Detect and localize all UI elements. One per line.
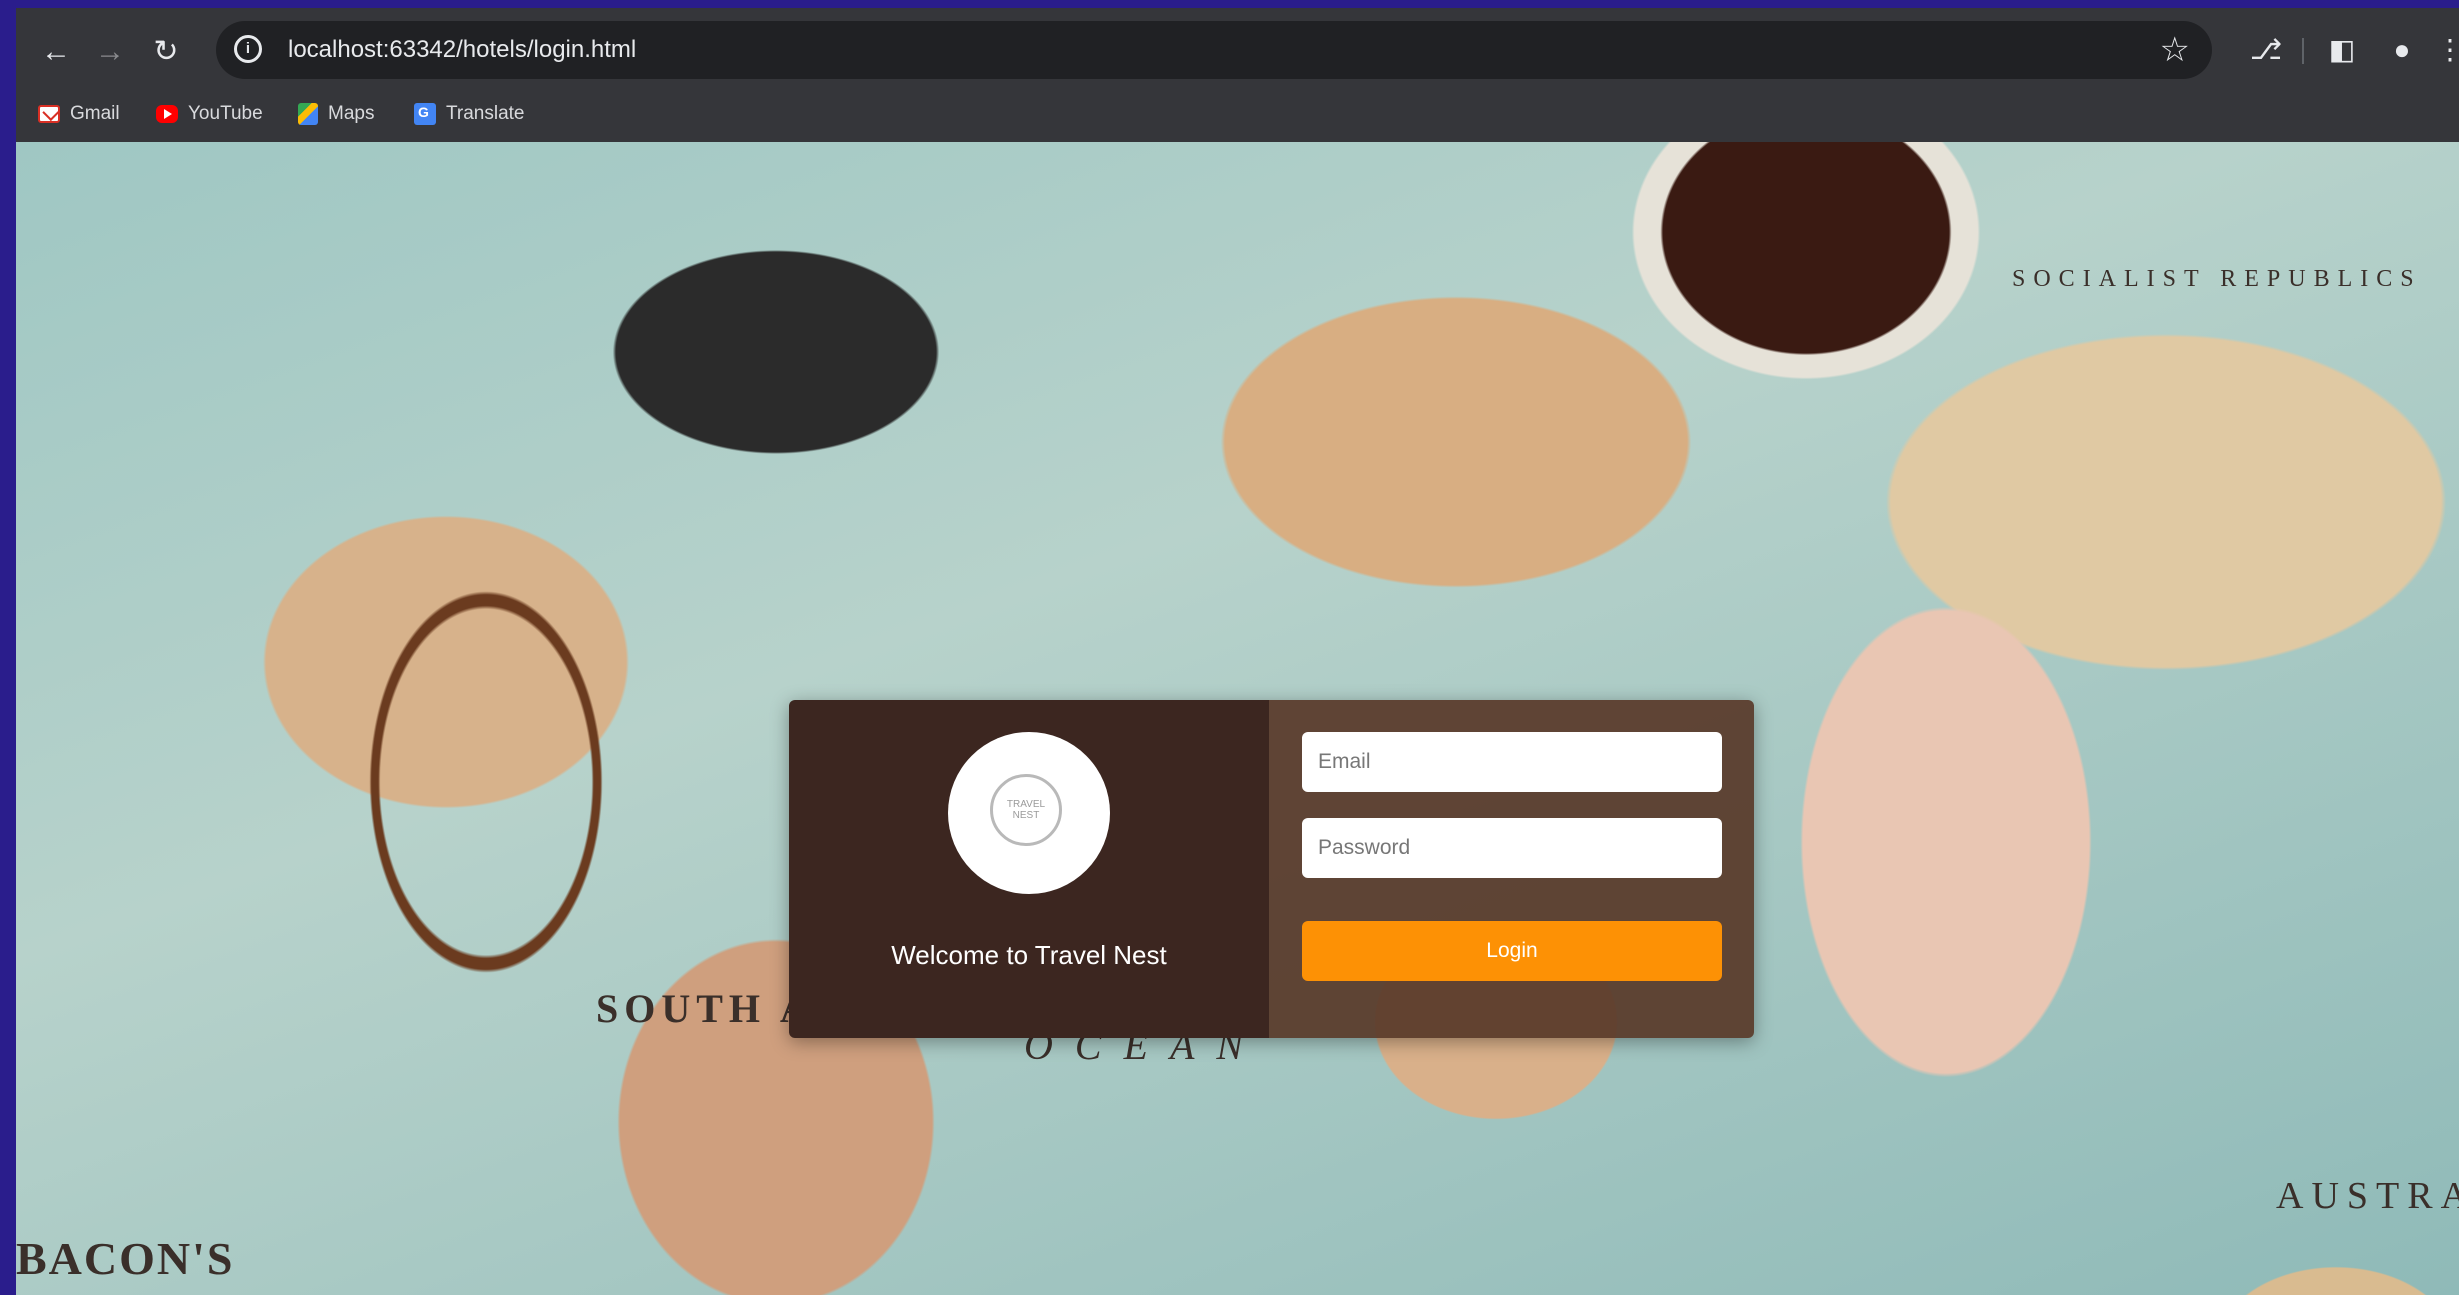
welcome-heading: Welcome to Travel Nest (891, 940, 1167, 970)
bookmark-label: Translate (446, 103, 525, 124)
youtube-icon (156, 105, 178, 123)
map-label: AUSTRA (2276, 1175, 2459, 1217)
bookmarks-bar: Gmail YouTube Maps Translate (16, 92, 2459, 138)
bookmark-label: Gmail (70, 103, 120, 124)
gmail-icon (38, 105, 60, 123)
login-button[interactable]: Login (1302, 921, 1722, 981)
logo-emblem: TRAVEL NEST (990, 774, 1062, 846)
bookmark-label: Maps (328, 103, 375, 124)
browser-toolbar: ← → ↻ i localhost:63342/hotels/login.htm… (16, 8, 2459, 88)
browser-chrome: ← → ↻ i localhost:63342/hotels/login.htm… (16, 8, 2459, 142)
maps-icon (298, 103, 318, 125)
bookmark-maps[interactable]: Maps (298, 98, 374, 130)
toolbar-divider (2302, 38, 2304, 64)
bookmark-translate[interactable]: Translate (414, 98, 525, 130)
back-arrow-icon[interactable]: ← (34, 30, 78, 74)
site-info-icon[interactable]: i (234, 35, 262, 63)
address-bar[interactable]: i localhost:63342/hotels/login.html ☆ (216, 21, 2212, 79)
logo: TRAVEL NEST (948, 732, 1110, 894)
bookmark-gmail[interactable]: Gmail (38, 98, 120, 130)
side-panel-icon[interactable]: ◧ (2322, 30, 2362, 70)
email-field[interactable] (1302, 732, 1722, 792)
login-card: TRAVEL NEST Welcome to Travel Nest Login (789, 700, 1754, 1038)
profile-icon[interactable]: ● (2382, 30, 2422, 70)
login-form: Login (1269, 700, 1754, 1038)
extensions-icon[interactable]: ⎇ (2246, 30, 2286, 70)
forward-arrow-icon[interactable]: → (88, 30, 132, 74)
map-label: SOCIALIST REPUBLICS (2012, 266, 2422, 292)
url-text[interactable]: localhost:63342/hotels/login.html (288, 36, 636, 64)
reload-icon[interactable]: ↻ (144, 30, 188, 74)
translate-icon (414, 103, 436, 125)
page-background-map: SOCIALIST REPUBLICS SOUTH AMERICA OCEAN … (16, 142, 2459, 1295)
bookmark-youtube[interactable]: YouTube (156, 98, 263, 130)
bookmark-star-icon[interactable]: ☆ (2160, 30, 2190, 70)
bookmark-label: YouTube (188, 103, 263, 124)
menu-kebab-icon[interactable]: ⋮ (2436, 30, 2456, 70)
map-label: BACON'S (16, 1233, 235, 1284)
brand-panel: TRAVEL NEST Welcome to Travel Nest (789, 700, 1269, 1038)
password-field[interactable] (1302, 818, 1722, 878)
